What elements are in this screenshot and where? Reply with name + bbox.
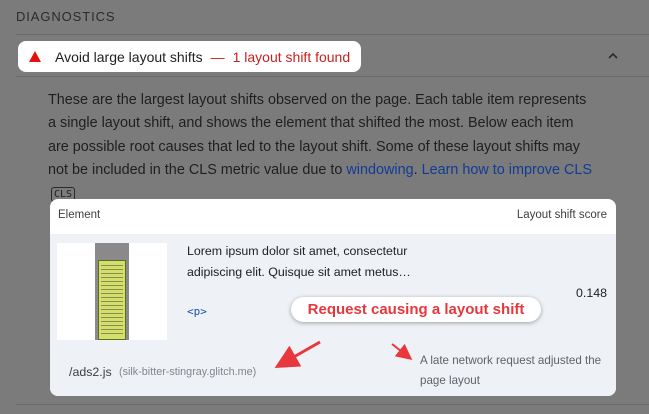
learn-more-link[interactable]: Learn how to improve CLS [422,162,592,178]
request-url[interactable]: /ads2.js [69,365,112,379]
node-tag[interactable]: <p> [187,305,207,318]
divider [16,76,649,77]
description-separator: . [413,162,418,179]
text-lines-preview [101,265,123,337]
request-host: (silk-bitter-stingray.glitch.me) [119,366,257,378]
audit-display-value: 1 layout shift found [232,48,351,65]
warning-triangle-icon [29,51,41,62]
audit-description: These are the largest layout shifts obse… [48,89,596,206]
divider [16,404,649,405]
layout-shift-score: 0.148 [575,286,607,300]
column-header-element: Element [58,209,101,221]
element-screenshot-thumbnail[interactable] [57,243,167,340]
node-snippet: Lorem ipsum dolor sit amet, consectetur … [187,244,411,279]
audit-header[interactable]: Avoid large layout shifts — 1 layout shi… [18,41,361,72]
chevron-up-icon[interactable] [607,50,619,62]
audit-title: Avoid large layout shifts [55,48,203,65]
windowing-link[interactable]: windowing [346,162,413,178]
audit-separator: — [210,48,225,65]
root-cause-text: A late network request adjusted the page… [420,354,602,387]
column-header-score: Layout shift score [516,209,607,221]
annotation-callout: Request causing a layout shift [291,297,541,322]
divider [16,34,649,35]
section-title: DIAGNOSTICS [16,9,116,24]
